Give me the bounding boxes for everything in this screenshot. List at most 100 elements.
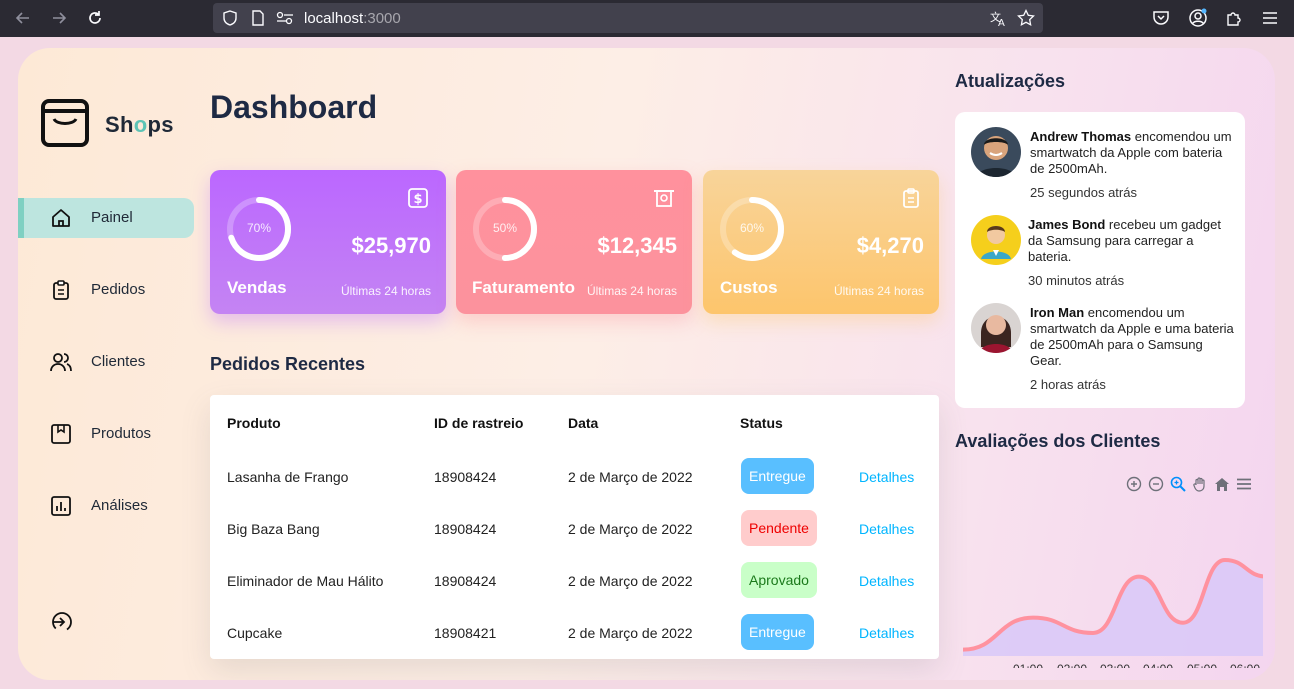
receipt-icon	[903, 188, 919, 208]
extensions-icon[interactable]	[1223, 7, 1245, 29]
cell-date: 2 de Março de 2022	[568, 521, 693, 537]
cell-tracking-id: 18908424	[434, 521, 497, 537]
users-icon	[50, 353, 72, 372]
bar-chart-icon	[51, 496, 71, 516]
details-link[interactable]: Detalhes	[859, 469, 914, 485]
stat-value: $4,270	[856, 233, 924, 258]
x-tick-label: 05:00	[1187, 662, 1217, 668]
sidebar-item-label: Painel	[91, 209, 133, 226]
status-badge: Entregue	[741, 614, 814, 650]
cell-tracking-id: 18908421	[434, 625, 497, 641]
stat-card-vendas[interactable]: 70% $ $25,970 Vendas Últimas 24 horas	[210, 170, 446, 314]
cell-tracking-id: 18908424	[434, 469, 497, 485]
pocket-icon[interactable]	[1150, 7, 1172, 29]
permissions-icon[interactable]	[276, 9, 294, 27]
progress-percent: 60%	[739, 221, 765, 235]
update-text: James Bond recebeu um gadget da Samsung …	[1028, 217, 1233, 265]
x-tick-label: 03:00	[1100, 662, 1130, 668]
update-time: 25 segundos atrás	[1030, 185, 1137, 200]
page-title: Dashboard	[210, 89, 378, 125]
brand-prefix: Sh	[105, 112, 134, 137]
update-text: Andrew Thomas encomendou um smartwatch d…	[1030, 129, 1235, 177]
table-row: Lasanha de Frango 18908424 2 de Março de…	[210, 453, 939, 505]
stat-title: Vendas	[227, 278, 287, 297]
avatar	[971, 215, 1021, 265]
stat-subtitle: Últimas 24 horas	[586, 284, 677, 298]
sidebar-item-label: Análises	[91, 497, 148, 514]
cell-product: Eliminador de Mau Hálito	[227, 573, 384, 589]
sidebar-item-produtos[interactable]: Produtos	[18, 414, 194, 454]
menu-icon[interactable]	[1259, 7, 1281, 29]
cash-icon	[654, 190, 674, 207]
shield-icon[interactable]	[221, 9, 239, 27]
status-badge: Entregue	[741, 458, 814, 494]
details-link[interactable]: Detalhes	[859, 625, 914, 641]
back-arrow-icon[interactable]	[10, 6, 36, 30]
sidebar-item-analises[interactable]: Análises	[18, 486, 194, 526]
avatar	[971, 303, 1021, 353]
update-name: James Bond	[1028, 217, 1106, 232]
url-text[interactable]: localhost:3000	[304, 10, 401, 27]
sidebar-item-painel[interactable]: Painel	[18, 198, 194, 238]
stat-card-faturamento[interactable]: 50% $12,345 Faturamento Últimas 24 horas	[456, 170, 692, 314]
avatar	[971, 127, 1021, 177]
status-badge: Aprovado	[741, 562, 817, 598]
orders-title: Pedidos Recentes	[210, 354, 366, 374]
x-tick-label: 01:00	[1013, 662, 1043, 668]
brand-name: Shops	[105, 112, 174, 138]
column-header-date: Data	[568, 415, 599, 431]
cell-product: Big Baza Bang	[227, 521, 320, 537]
address-bar[interactable]: localhost:3000 文A	[213, 3, 1043, 33]
table-row: Eliminador de Mau Hálito 18908424 2 de M…	[210, 557, 939, 609]
shopping-bag-logo-icon	[41, 99, 89, 147]
stat-value: $25,970	[351, 233, 431, 258]
reload-icon[interactable]	[82, 6, 108, 30]
updates-title: Atualizações	[955, 71, 1066, 91]
sidebar-item-label: Pedidos	[91, 281, 146, 298]
update-name: Iron Man	[1030, 305, 1085, 320]
app-container: Shops Painel Pedidos Clientes Produtos A…	[18, 48, 1275, 680]
progress-percent: 50%	[492, 221, 518, 235]
cell-date: 2 de Março de 2022	[568, 573, 693, 589]
cell-product: Cupcake	[227, 625, 283, 641]
cell-date: 2 de Março de 2022	[568, 625, 693, 641]
brand-o: o	[133, 112, 148, 137]
reviews-title: Avaliações dos Clientes	[955, 431, 1161, 451]
table-row: Big Baza Bang 18908424 2 de Março de 202…	[210, 505, 939, 557]
svg-text:$: $	[413, 192, 422, 207]
cell-product: Lasanha de Frango	[227, 469, 349, 485]
reviews-area-chart[interactable]: 01:00 02:00 03:00 04:00 05:00 06:00	[963, 488, 1263, 668]
home-icon	[52, 209, 70, 227]
details-link[interactable]: Detalhes	[859, 521, 914, 537]
forward-arrow-icon[interactable]	[46, 6, 72, 30]
x-tick-label: 04:00	[1143, 662, 1173, 668]
brand-suffix: ps	[147, 112, 174, 137]
dollar-icon: $	[408, 188, 428, 208]
progress-percent: 70%	[246, 221, 272, 235]
page-icon	[249, 9, 267, 27]
cell-tracking-id: 18908424	[434, 573, 497, 589]
cell-date: 2 de Março de 2022	[568, 469, 693, 485]
sidebar-item-label: Clientes	[91, 353, 146, 370]
logout-icon[interactable]	[50, 610, 74, 634]
update-text: Iron Man encomendou um smartwatch da App…	[1030, 305, 1235, 369]
orders-table: Produto ID de rastreio Data Status Lasan…	[210, 395, 939, 659]
sidebar-item-clientes[interactable]: Clientes	[18, 342, 194, 382]
update-time: 2 horas atrás	[1030, 377, 1106, 392]
stat-title: Custos	[720, 278, 778, 297]
updates-card: Andrew Thomas encomendou um smartwatch d…	[955, 112, 1245, 408]
details-link[interactable]: Detalhes	[859, 573, 914, 589]
url-port: :3000	[363, 10, 401, 27]
column-header-status: Status	[740, 415, 783, 431]
stat-card-custos[interactable]: 60% $4,270 Custos Últimas 24 horas	[703, 170, 939, 314]
account-icon[interactable]	[1187, 7, 1209, 29]
translate-icon[interactable]: 文A	[989, 9, 1007, 27]
bookmark-star-icon[interactable]	[1017, 9, 1035, 27]
update-time: 30 minutos atrás	[1028, 273, 1125, 288]
sidebar-item-pedidos[interactable]: Pedidos	[18, 270, 194, 310]
sidebar-item-label: Produtos	[91, 425, 152, 442]
package-icon	[51, 424, 71, 444]
x-tick-label: 02:00	[1057, 662, 1087, 668]
clipboard-icon	[53, 280, 69, 300]
stat-subtitle: Últimas 24 horas	[833, 284, 924, 298]
